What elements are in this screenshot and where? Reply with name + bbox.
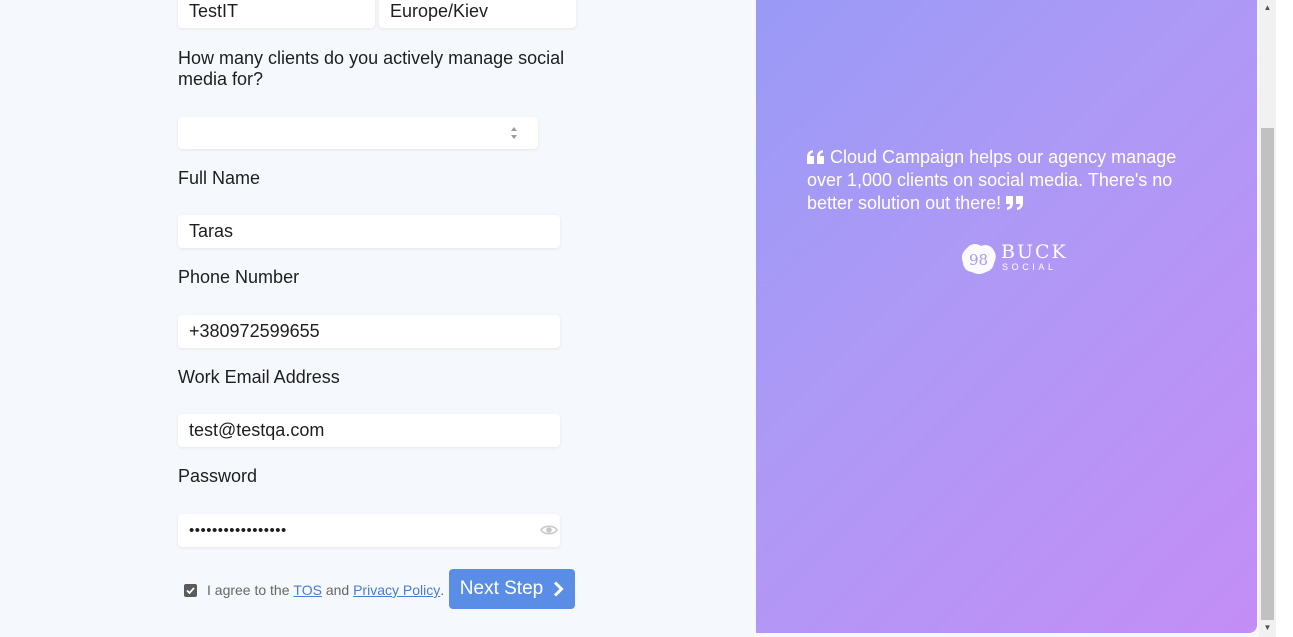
full-name-value: Taras — [189, 221, 234, 241]
testimonial-quote: Cloud Campaign helps our agency manage o… — [807, 146, 1187, 215]
quote-open-icon — [807, 150, 824, 164]
signup-page: TestIT Europe/Kiev How many clients do y… — [0, 0, 1293, 637]
password-value: ••••••••••••••••• — [189, 522, 287, 539]
timezone-field[interactable]: Europe/Kiev — [379, 0, 576, 28]
full-name-field[interactable]: Taras — [178, 215, 560, 248]
checkmark-icon — [186, 586, 195, 594]
phone-label: Phone Number — [178, 267, 300, 287]
testimonial-panel: Cloud Campaign helps our agency manage o… — [756, 0, 1257, 633]
testimonial-quote-text: Cloud Campaign helps our agency manage o… — [807, 147, 1177, 213]
eye-icon[interactable] — [540, 522, 558, 538]
password-field[interactable]: ••••••••••••••••• — [178, 514, 560, 547]
scroll-thumb[interactable] — [1261, 128, 1274, 620]
logo-badge-text: 98 — [969, 251, 988, 269]
password-label: Password — [178, 466, 258, 486]
phone-field[interactable]: +380972599655 — [178, 315, 560, 348]
email-field[interactable]: test@testqa.com — [178, 414, 560, 447]
logo-subname: SOCIAL — [1002, 262, 1057, 272]
scrollbar[interactable]: ▲ ▼ — [1259, 0, 1276, 637]
email-value: test@testqa.com — [189, 420, 325, 440]
agree-suffix-text: . — [440, 582, 445, 598]
agree-checkbox[interactable] — [184, 583, 197, 597]
agree-prefix-text: I agree to the — [207, 582, 290, 598]
outer-scroll-track — [1276, 0, 1293, 637]
email-label: Work Email Address — [178, 367, 340, 387]
next-step-label: Next Step — [459, 578, 544, 599]
scroll-down-arrow[interactable]: ▼ — [1262, 623, 1273, 633]
timezone-value: Europe/Kiev — [390, 1, 489, 21]
buck-social-logo: 98 BUCK SOCIAL — [961, 242, 1066, 276]
full-name-label: Full Name — [178, 168, 261, 188]
agree-and-text: and — [325, 582, 350, 598]
company-name-value: TestIT — [189, 1, 239, 21]
logo-name: BUCK — [1001, 241, 1068, 263]
company-name-field[interactable]: TestIT — [178, 0, 375, 28]
scroll-up-arrow[interactable]: ▲ — [1262, 3, 1273, 13]
clients-count-select[interactable] — [178, 117, 538, 149]
tos-link[interactable]: TOS — [293, 582, 322, 598]
sort-arrows-icon — [511, 127, 517, 139]
clients-question-label: How many clients do you actively manage … — [178, 48, 565, 89]
phone-value: +380972599655 — [189, 321, 320, 341]
quote-close-icon — [1006, 196, 1024, 210]
privacy-policy-link[interactable]: Privacy Policy — [353, 582, 440, 598]
terms-agreement: I agree to the TOS and Privacy Policy. — [184, 580, 444, 600]
next-step-button[interactable]: Next Step — [449, 569, 575, 609]
logo-badge-icon: 98 — [961, 244, 996, 274]
chevron-right-icon — [554, 581, 564, 597]
